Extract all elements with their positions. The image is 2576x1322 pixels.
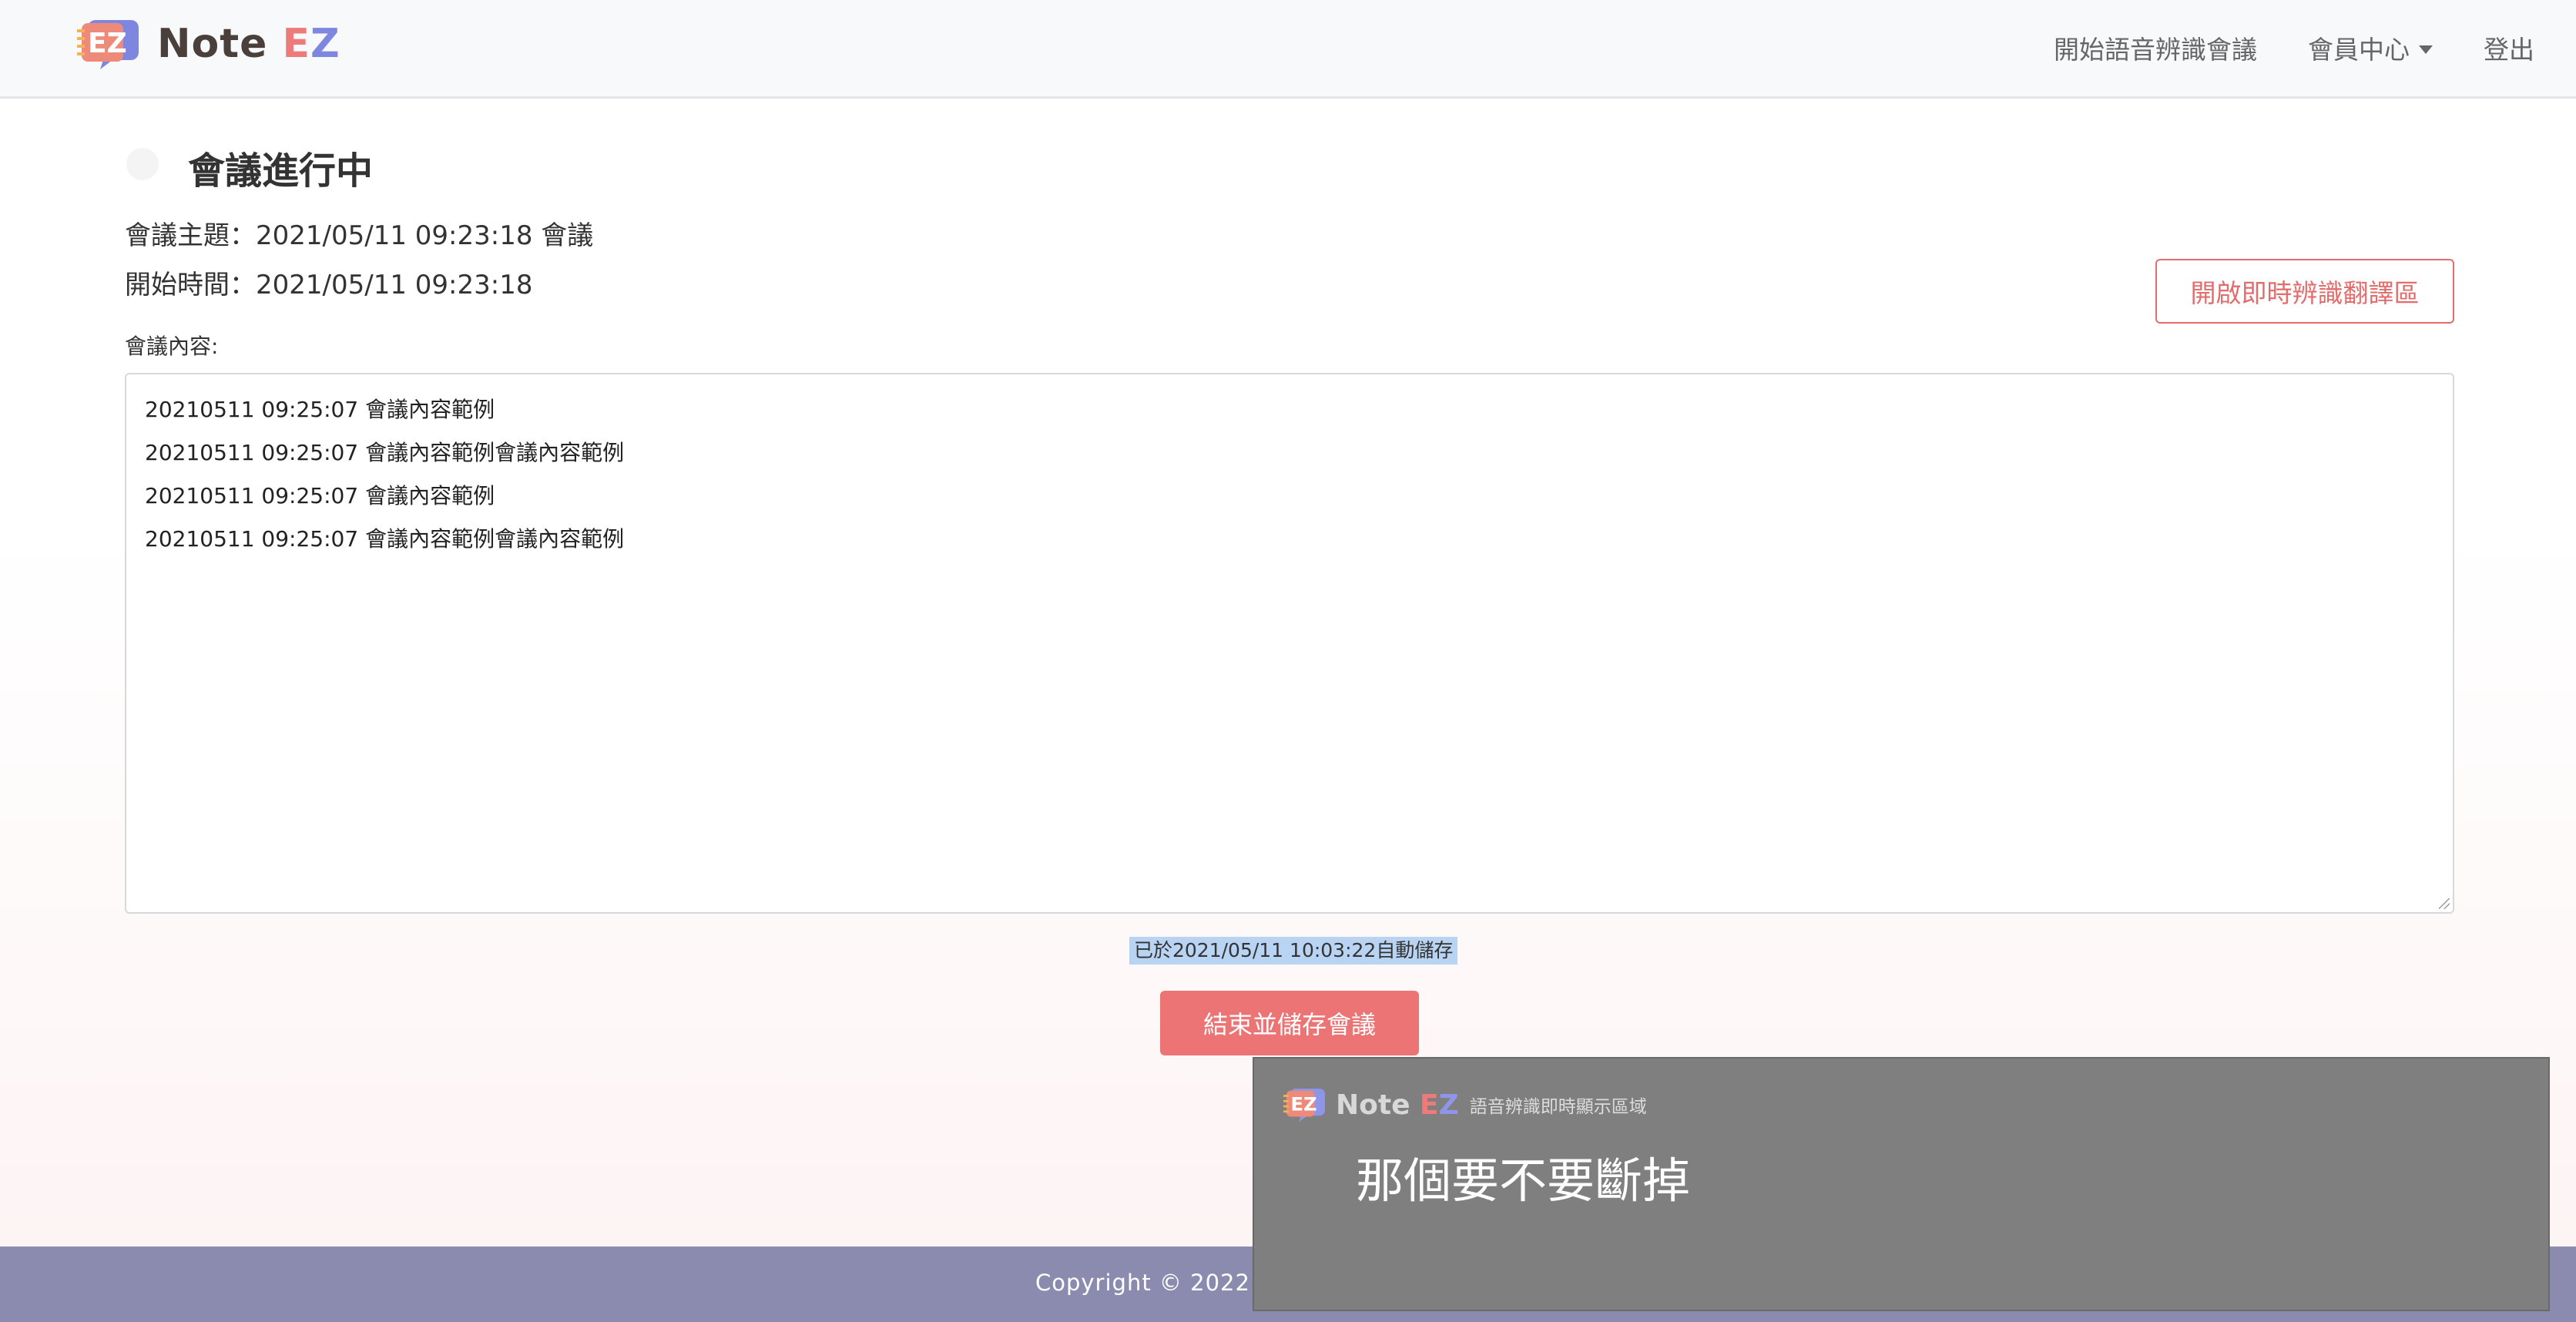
meeting-start-time: 開始時間：2021/05/11 09:23:18	[125, 270, 533, 300]
resize-handle-icon[interactable]	[2439, 898, 2450, 909]
brand-logo[interactable]: EZ Note EZ	[77, 17, 340, 71]
open-realtime-translate-button[interactable]: 開啟即時辨識翻譯區	[2155, 259, 2454, 324]
svg-text:EZ: EZ	[88, 28, 127, 59]
brand-name: Note EZ	[157, 21, 340, 67]
recording-status-icon	[126, 148, 159, 180]
note-ez-logo-icon: EZ	[1283, 1089, 1325, 1122]
realtime-panel-header: EZ Note EZ 語音辨識即時顯示區域	[1283, 1086, 1647, 1123]
page-title: 會議進行中	[188, 149, 374, 193]
svg-text:EZ: EZ	[1290, 1092, 1317, 1115]
nav-start-meeting-label: 開始語音辨識會議	[2054, 35, 2257, 65]
realtime-recognition-panel[interactable]: EZ Note EZ 語音辨識即時顯示區域 那個要不要斷掉	[1253, 1057, 2550, 1311]
content-line: 20210511 09:25:07 會議內容範例會議內容範例	[145, 526, 625, 552]
nav-member-center-dropdown[interactable]: 會員中心	[2308, 29, 2433, 66]
caret-down-icon	[2419, 45, 2433, 54]
meeting-content-label: 會議內容:	[125, 334, 219, 359]
content-line: 20210511 09:25:07 會議內容範例	[145, 483, 495, 508]
nav-logout[interactable]: 登出	[2484, 29, 2534, 66]
meeting-topic: 會議主題：2021/05/11 09:23:18 會議	[125, 220, 594, 251]
autosave-status: 已於2021/05/11 10:03:22自動儲存	[1129, 937, 1458, 965]
nav-member-center-label: 會員中心	[2308, 35, 2410, 65]
content-line: 20210511 09:25:07 會議內容範例會議內容範例	[145, 440, 625, 465]
realtime-panel-brand: Note EZ	[1336, 1089, 1459, 1121]
nav-start-meeting[interactable]: 開始語音辨識會議	[2054, 29, 2257, 66]
nav-links: 開始語音辨識會議 會員中心 登出	[2003, 0, 2534, 96]
realtime-panel-caption: 語音辨識即時顯示區域	[1469, 1097, 1647, 1117]
note-ez-logo-icon: EZ	[77, 20, 139, 69]
realtime-recognized-text: 那個要不要斷掉	[1356, 1153, 1691, 1209]
top-navbar: EZ Note EZ 開始語音辨識會議 會員中心 登出	[0, 0, 2576, 99]
nav-logout-label: 登出	[2484, 35, 2534, 65]
meeting-content-textarea[interactable]: 20210511 09:25:07 會議內容範例 20210511 09:25:…	[125, 373, 2454, 914]
end-and-save-meeting-button[interactable]: 結束並儲存會議	[1160, 991, 1419, 1055]
content-line: 20210511 09:25:07 會議內容範例	[145, 397, 495, 422]
